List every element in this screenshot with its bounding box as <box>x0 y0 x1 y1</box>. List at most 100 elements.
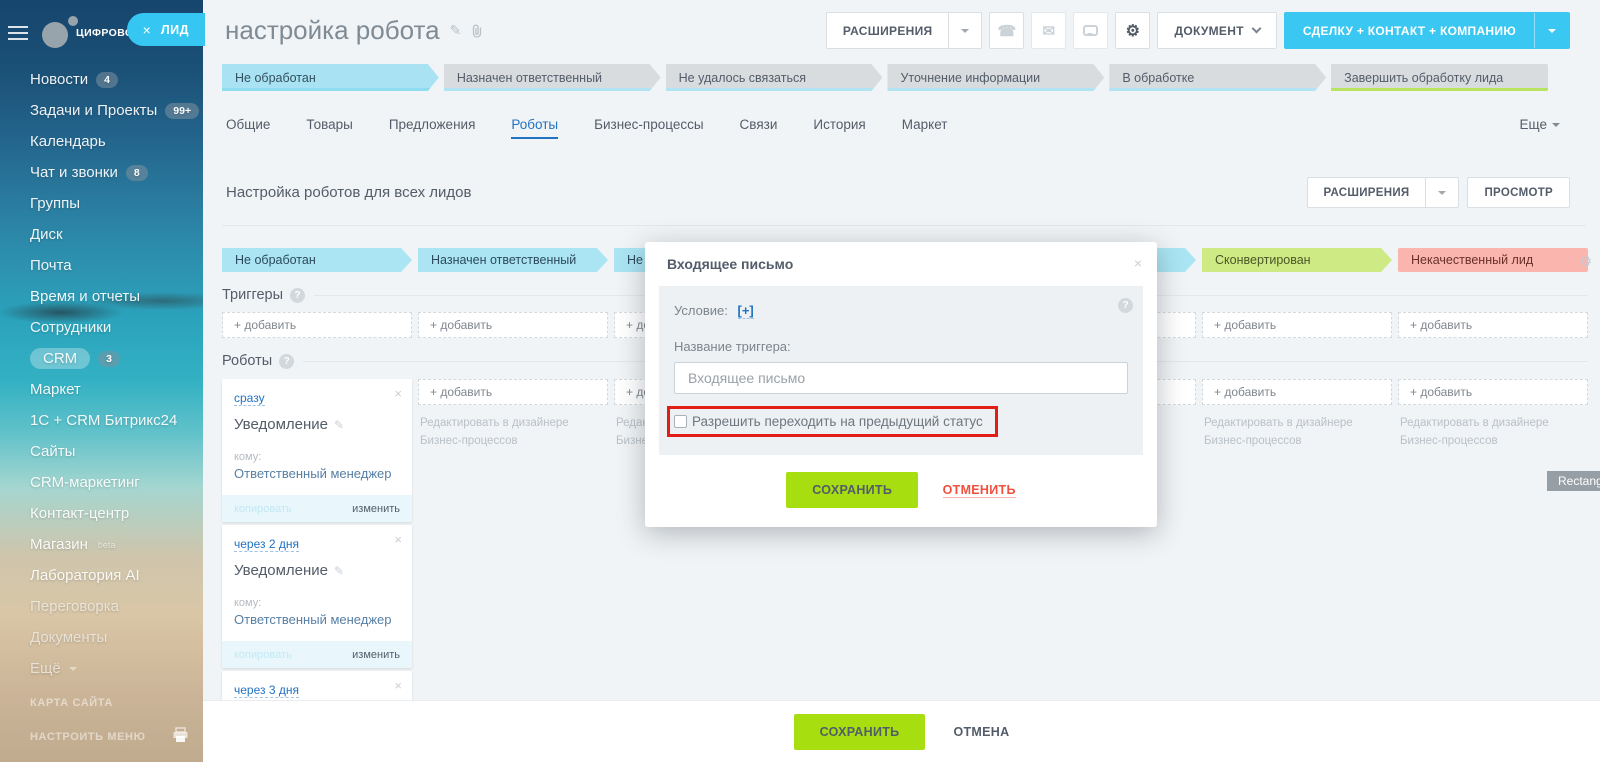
add-robot-button[interactable]: + добавить <box>1398 379 1588 405</box>
kanban-stage[interactable]: Назначен ответственный <box>418 248 608 272</box>
help-icon[interactable]: ? <box>1118 298 1133 313</box>
kanban-stage-success[interactable]: Сконвертирован <box>1202 248 1392 272</box>
edit-title-pencil-icon[interactable]: ✎ <box>450 22 462 39</box>
sidebar-item-chat[interactable]: Чат и звонки8 <box>30 157 203 188</box>
status-stage[interactable]: Не обработан <box>222 64 439 91</box>
add-trigger-button[interactable]: + добавить <box>418 312 608 338</box>
copy-robot-link[interactable]: копировать <box>234 503 292 515</box>
create-deal-split-button[interactable]: СДЕЛКУ + КОНТАКТ + КОМПАНИЮ <box>1284 12 1570 49</box>
sidebar-item-time-reports[interactable]: Время и отчеты <box>30 281 203 312</box>
status-stage[interactable]: Не удалось связаться <box>666 64 883 91</box>
tab-quotes[interactable]: Предложения <box>389 117 476 139</box>
sidebar-item-employees[interactable]: Сотрудники <box>30 312 203 343</box>
close-icon[interactable]: × <box>394 678 402 693</box>
sidebar-item-news[interactable]: Новости4 <box>30 64 203 95</box>
cancel-button[interactable]: ОТМЕНА <box>953 725 1009 739</box>
status-stage[interactable]: В обработке <box>1109 64 1326 91</box>
status-stage[interactable]: Уточнение информации <box>887 64 1104 91</box>
sidebar-item-sites[interactable]: Сайты <box>30 436 203 467</box>
help-icon[interactable]: ? <box>279 354 294 369</box>
extensions-button-label[interactable]: РАСШИРЕНИЯ <box>827 13 949 48</box>
robot-schedule-link[interactable]: через 3 дня <box>234 683 299 698</box>
dialog-save-button[interactable]: СОХРАНИТЬ <box>786 472 918 508</box>
sidebar-item-documents[interactable]: Документы <box>30 622 203 653</box>
close-icon[interactable]: × <box>394 532 402 547</box>
extensions-dropdown-toggle[interactable] <box>948 13 981 48</box>
tab-more[interactable]: Еще <box>1520 117 1560 132</box>
view-button[interactable]: ПРОСМОТР <box>1467 177 1570 208</box>
sidebar-item-calendar[interactable]: Календарь <box>30 126 203 157</box>
kanban-stage-fail[interactable]: Некачественный лид <box>1398 248 1588 272</box>
tab-history[interactable]: История <box>813 117 865 139</box>
kanban-settings-gear-icon[interactable]: ⚙ <box>1579 253 1592 270</box>
lead-status-bar: Не обработан Назначен ответственный Не у… <box>222 64 1548 91</box>
sidebar-item-mail[interactable]: Почта <box>30 250 203 281</box>
tab-general[interactable]: Общие <box>226 117 270 139</box>
dialog-cancel-button[interactable]: ОТМЕНИТЬ <box>943 483 1016 498</box>
add-condition-link[interactable]: [+] <box>738 303 754 319</box>
tab-market[interactable]: Маркет <box>902 117 948 139</box>
sidebar-item-tasks[interactable]: Задачи и Проекты99+ <box>30 95 203 126</box>
add-trigger-button[interactable]: + добавить <box>1202 312 1392 338</box>
robot-schedule-link[interactable]: через 2 дня <box>234 537 299 552</box>
add-robot-button[interactable]: + добавить <box>418 379 608 405</box>
robot-schedule-link[interactable]: сразу <box>234 391 265 406</box>
section-extensions-split-button[interactable]: РАСШИРЕНИЯ <box>1307 177 1460 208</box>
pencil-icon[interactable]: ✎ <box>334 418 344 432</box>
tab-robots[interactable]: Роботы <box>511 117 558 139</box>
help-icon[interactable]: ? <box>290 288 305 303</box>
create-deal-dropdown-toggle[interactable] <box>1534 13 1569 48</box>
checkbox[interactable] <box>674 415 687 428</box>
close-icon[interactable]: × <box>394 386 402 401</box>
save-button[interactable]: СОХРАНИТЬ <box>794 714 926 750</box>
status-stage-final[interactable]: Завершить обработку лида <box>1331 64 1548 91</box>
settings-button[interactable]: ⚙ <box>1115 12 1150 49</box>
sidebar-item-1c-crm[interactable]: 1С + CRM Битрикс24 <box>30 405 203 436</box>
extensions-split-button[interactable]: РАСШИРЕНИЯ <box>826 12 983 49</box>
sidebar-item-shop[interactable]: Магазинbeta <box>30 529 203 560</box>
add-robot-button[interactable]: + добавить <box>1202 379 1392 405</box>
chevron-down-icon <box>1251 24 1261 34</box>
tab-business-processes[interactable]: Бизнес-процессы <box>594 117 703 139</box>
company-logo <box>40 16 76 50</box>
sidebar-item-crm[interactable]: CRM3 <box>30 343 203 374</box>
sidebar-item-market[interactable]: Маркет <box>30 374 203 405</box>
sidebar-item-groups[interactable]: Группы <box>30 188 203 219</box>
allow-previous-status-option[interactable]: Разрешить переходить на предыдущий стату… <box>667 406 998 437</box>
lead-slider-tab[interactable]: × ЛИД <box>127 13 205 46</box>
add-trigger-button[interactable]: + добавить <box>222 312 412 338</box>
pencil-icon[interactable]: ✎ <box>334 564 344 578</box>
paperclip-icon[interactable] <box>471 24 483 38</box>
document-button[interactable]: ДОКУМЕНТ <box>1157 12 1276 49</box>
sidebar-item-more[interactable]: Ещё <box>30 653 203 684</box>
chat-button[interactable] <box>1073 12 1108 49</box>
bp-designer-note: Редактировать в дизайнере Бизнес-процесс… <box>1398 415 1588 451</box>
sidebar-item-ai-lab[interactable]: Лаборатория AI <box>30 560 203 591</box>
status-stage[interactable]: Назначен ответственный <box>444 64 661 91</box>
copy-robot-link[interactable]: копировать <box>234 649 292 661</box>
tab-products[interactable]: Товары <box>306 117 352 139</box>
sidebar-item-disk[interactable]: Диск <box>30 219 203 250</box>
add-trigger-button[interactable]: + добавить <box>1398 312 1588 338</box>
email-button[interactable]: ✉ <box>1031 12 1066 49</box>
sidebar-item-crm-marketing[interactable]: CRM-маркетинг <box>30 467 203 498</box>
create-deal-button-label[interactable]: СДЕЛКУ + КОНТАКТ + КОМПАНИЮ <box>1285 13 1534 48</box>
close-icon[interactable]: × <box>143 23 151 37</box>
phone-button[interactable]: ☎ <box>989 12 1024 49</box>
section-extensions-dropdown-toggle[interactable] <box>1425 178 1458 207</box>
trigger-name-input[interactable] <box>674 362 1128 394</box>
configure-menu-link[interactable]: НАСТРОИТЬ МЕНЮ <box>30 731 146 743</box>
sidebar-item-meeting-room[interactable]: Переговорка <box>30 591 203 622</box>
edit-robot-link[interactable]: изменить <box>352 503 400 515</box>
edit-robot-link[interactable]: изменить <box>352 649 400 661</box>
tab-relations[interactable]: Связи <box>740 117 778 139</box>
sidebar-item-contact-center[interactable]: Контакт-центр <box>30 498 203 529</box>
kanban-stage[interactable]: Не обработан <box>222 248 412 272</box>
recipient-link[interactable]: Ответственный менеджер <box>234 466 400 481</box>
sitemap-link[interactable]: КАРТА САЙТА <box>30 697 113 709</box>
close-icon[interactable]: × <box>1134 255 1142 271</box>
bp-designer-note: Редактировать в дизайнере Бизнес-процесс… <box>1202 415 1392 451</box>
printer-icon[interactable] <box>172 727 189 748</box>
hamburger-menu-icon[interactable] <box>8 22 28 44</box>
recipient-link[interactable]: Ответственный менеджер <box>234 612 400 627</box>
